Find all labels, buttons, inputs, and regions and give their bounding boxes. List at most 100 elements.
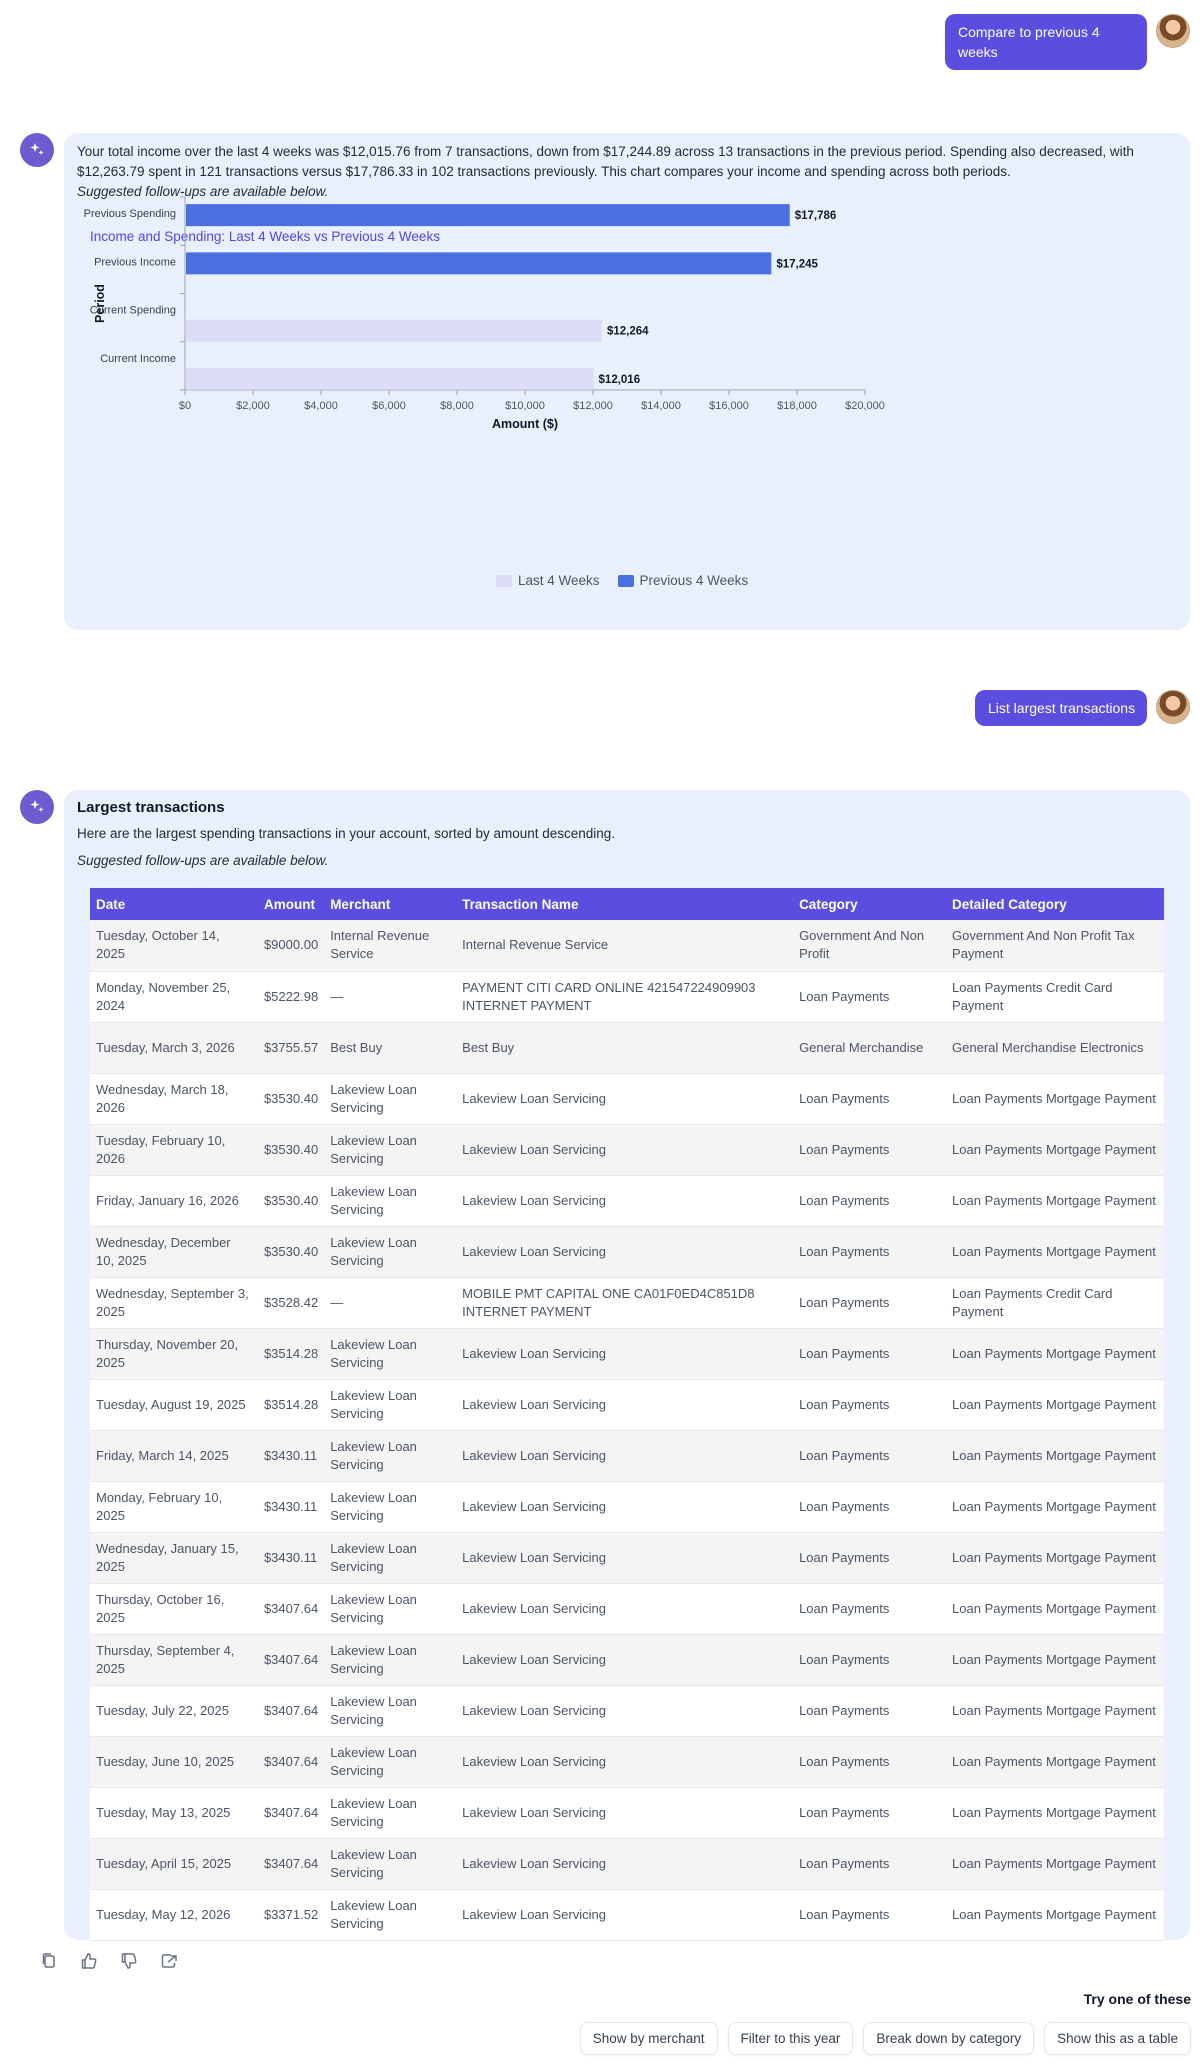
assistant-avatar-icon — [20, 790, 54, 824]
user-avatar — [1156, 14, 1190, 48]
table-row[interactable]: Wednesday, March 18, 2026 $3530.40 Lakevie… — [90, 1073, 1164, 1125]
cell-amount: $3407.64 — [257, 1736, 325, 1788]
cell-merchant: Lakeview Loan Servicing — [324, 1481, 457, 1533]
cell-amount: $9000.00 — [257, 920, 325, 972]
cell-transaction-name: Lakeview Loan Servicing — [456, 1073, 794, 1125]
cell-amount: $3407.64 — [257, 1685, 325, 1737]
cell-date: Thursday, October 16, 2025 — [90, 1583, 258, 1635]
cell-merchant: Lakeview Loan Servicing — [324, 1175, 457, 1227]
share-icon[interactable] — [158, 1950, 180, 1972]
y-category-label: Current Income — [100, 353, 176, 365]
cell-detailed-category: Loan Payments Mortgage Payment — [946, 1838, 1164, 1890]
column-header-transaction-name[interactable]: Transaction Name — [456, 888, 794, 920]
x-tick-label: $4,000 — [304, 400, 338, 412]
table-row[interactable]: Wednesday, September 3, 2025 $3528.42— MOB… — [90, 1277, 1164, 1329]
cell-amount: $3530.40 — [257, 1073, 325, 1125]
table-row[interactable]: Thursday, September 4, 2025 $3407.64 Lakev… — [90, 1634, 1164, 1686]
suggestion-chip-show-as-table[interactable]: Show this as a table — [1044, 2022, 1191, 2055]
x-tick-label: $10,000 — [505, 400, 545, 412]
cell-detailed-category: General Merchandise Electronics — [946, 1022, 1164, 1074]
table-row[interactable]: Monday, November 25, 2024 $5222.98— PAYMEN… — [90, 971, 1164, 1023]
cell-detailed-category: Loan Payments Mortgage Payment — [946, 1532, 1164, 1584]
cell-amount: $3514.28 — [257, 1379, 325, 1431]
cell-date: Wednesday, March 18, 2026 — [90, 1073, 258, 1125]
cell-date: Tuesday, June 10, 2025 — [90, 1736, 258, 1788]
table-row[interactable]: Tuesday, May 12, 2026 $3371.52 Lakeview Lo… — [90, 1889, 1164, 1941]
cell-transaction-name: Lakeview Loan Servicing — [456, 1685, 794, 1737]
column-header-merchant[interactable]: Merchant — [324, 888, 457, 920]
x-tick-label: $8,000 — [440, 400, 474, 412]
cell-merchant: Lakeview Loan Servicing — [324, 1226, 457, 1278]
legend-item-last-4-weeks[interactable]: Last 4 Weeks — [496, 573, 600, 588]
cell-category: Loan Payments — [793, 1430, 947, 1482]
suggestion-chip-show-by-merchant[interactable]: Show by merchant — [579, 2022, 718, 2055]
cell-amount: $3528.42 — [257, 1277, 325, 1329]
column-header-category[interactable]: Category — [793, 888, 947, 920]
cell-amount: $3407.64 — [257, 1583, 325, 1635]
x-tick-label: $14,000 — [641, 400, 681, 412]
cell-merchant: Lakeview Loan Servicing — [324, 1532, 457, 1584]
cell-merchant: Lakeview Loan Servicing — [324, 1838, 457, 1890]
cell-amount: $3530.40 — [257, 1124, 325, 1176]
table-row[interactable]: Thursday, November 20, 2025 $3514.28 Lakev… — [90, 1328, 1164, 1380]
table-row[interactable]: Tuesday, August 19, 2025 $3514.28 Lakeview… — [90, 1379, 1164, 1431]
cell-merchant: Lakeview Loan Servicing — [324, 1685, 457, 1737]
cell-merchant: Lakeview Loan Servicing — [324, 1430, 457, 1482]
thumbs-down-icon[interactable] — [118, 1950, 140, 1972]
cell-transaction-name: Lakeview Loan Servicing — [456, 1634, 794, 1686]
column-header-amount[interactable]: Amount — [257, 888, 325, 920]
table-row[interactable]: Tuesday, February 10, 2026 $3530.40 Lakevi… — [90, 1124, 1164, 1176]
cell-category: Loan Payments — [793, 1787, 947, 1839]
cell-amount: $3430.11 — [257, 1532, 325, 1584]
table-row[interactable]: Friday, March 14, 2025 $3430.11 Lakeview L… — [90, 1430, 1164, 1482]
cell-category: Loan Payments — [793, 1073, 947, 1125]
suggestion-chip-break-down-category[interactable]: Break down by category — [863, 2022, 1035, 2055]
user-message-text: List largest transactions — [988, 700, 1136, 716]
cell-amount: $3371.52 — [257, 1889, 325, 1941]
cell-category: Loan Payments — [793, 1532, 947, 1584]
section-heading: Largest transactions — [77, 799, 225, 816]
column-header-date[interactable]: Date — [90, 888, 258, 920]
legend-swatch-icon — [496, 574, 512, 587]
cell-detailed-category: Loan Payments Mortgage Payment — [946, 1889, 1164, 1941]
cell-category: Government And Non Profit — [793, 920, 947, 972]
copy-icon[interactable] — [38, 1950, 60, 1972]
legend-item-previous-4-weeks[interactable]: Previous 4 Weeks — [617, 573, 749, 588]
cell-transaction-name: Lakeview Loan Servicing — [456, 1787, 794, 1839]
bar-value-label: $12,016 — [599, 374, 641, 386]
cell-date: Tuesday, May 12, 2026 — [90, 1889, 258, 1941]
cell-detailed-category: Loan Payments Mortgage Payment — [946, 1634, 1164, 1686]
table-row[interactable]: Wednesday, December 10, 2025 $3530.40 Lake… — [90, 1226, 1164, 1278]
table-row[interactable]: Friday, January 16, 2026 $3530.40 Lakeview… — [90, 1175, 1164, 1227]
x-tick-label: $6,000 — [372, 400, 406, 412]
cell-amount: $3530.40 — [257, 1226, 325, 1278]
table-row[interactable]: Tuesday, June 10, 2025 $3407.64 Lakeview L… — [90, 1736, 1164, 1788]
x-tick-label: $0 — [179, 400, 191, 412]
table-row[interactable]: Thursday, October 16, 2025 $3407.64 Lakevi… — [90, 1583, 1164, 1635]
cell-transaction-name: Lakeview Loan Servicing — [456, 1328, 794, 1380]
cell-category: Loan Payments — [793, 1328, 947, 1380]
table-row[interactable]: Tuesday, April 15, 2025 $3407.64 Lakeview … — [90, 1838, 1164, 1890]
table-row[interactable]: Tuesday, May 13, 2025 $3407.64 Lakeview Lo… — [90, 1787, 1164, 1839]
cell-date: Tuesday, July 22, 2025 — [90, 1685, 258, 1737]
cell-merchant: Best Buy — [324, 1022, 457, 1074]
cell-merchant: Lakeview Loan Servicing — [324, 1736, 457, 1788]
cell-merchant: Lakeview Loan Servicing — [324, 1073, 457, 1125]
table-row[interactable]: Tuesday, March 3, 2026 $3755.57 Best Buy Be… — [90, 1022, 1164, 1074]
column-header-detailed-category[interactable]: Detailed Category — [946, 888, 1164, 920]
table-row[interactable]: Tuesday, July 22, 2025 $3407.64 Lakeview L… — [90, 1685, 1164, 1737]
cell-date: Tuesday, May 13, 2025 — [90, 1787, 258, 1839]
table-row[interactable]: Tuesday, October 14, 2025 $9000.00 Interna… — [90, 920, 1164, 972]
suggestion-chip-filter-this-year[interactable]: Filter to this year — [727, 2022, 854, 2055]
cell-amount: $3430.11 — [257, 1481, 325, 1533]
legend-label: Previous 4 Weeks — [639, 573, 749, 588]
cell-merchant: Lakeview Loan Servicing — [324, 1583, 457, 1635]
cell-detailed-category: Loan Payments Mortgage Payment — [946, 1430, 1164, 1482]
cell-transaction-name: Lakeview Loan Servicing — [456, 1124, 794, 1176]
thumbs-up-icon[interactable] — [78, 1950, 100, 1972]
cell-date: Thursday, September 4, 2025 — [90, 1634, 258, 1686]
x-tick-label: $16,000 — [709, 400, 749, 412]
cell-category: Loan Payments — [793, 1124, 947, 1176]
table-row[interactable]: Monday, February 10, 2025 $3430.11 Lakevie… — [90, 1481, 1164, 1533]
table-row[interactable]: Wednesday, January 15, 2025 $3430.11 Lakev… — [90, 1532, 1164, 1584]
